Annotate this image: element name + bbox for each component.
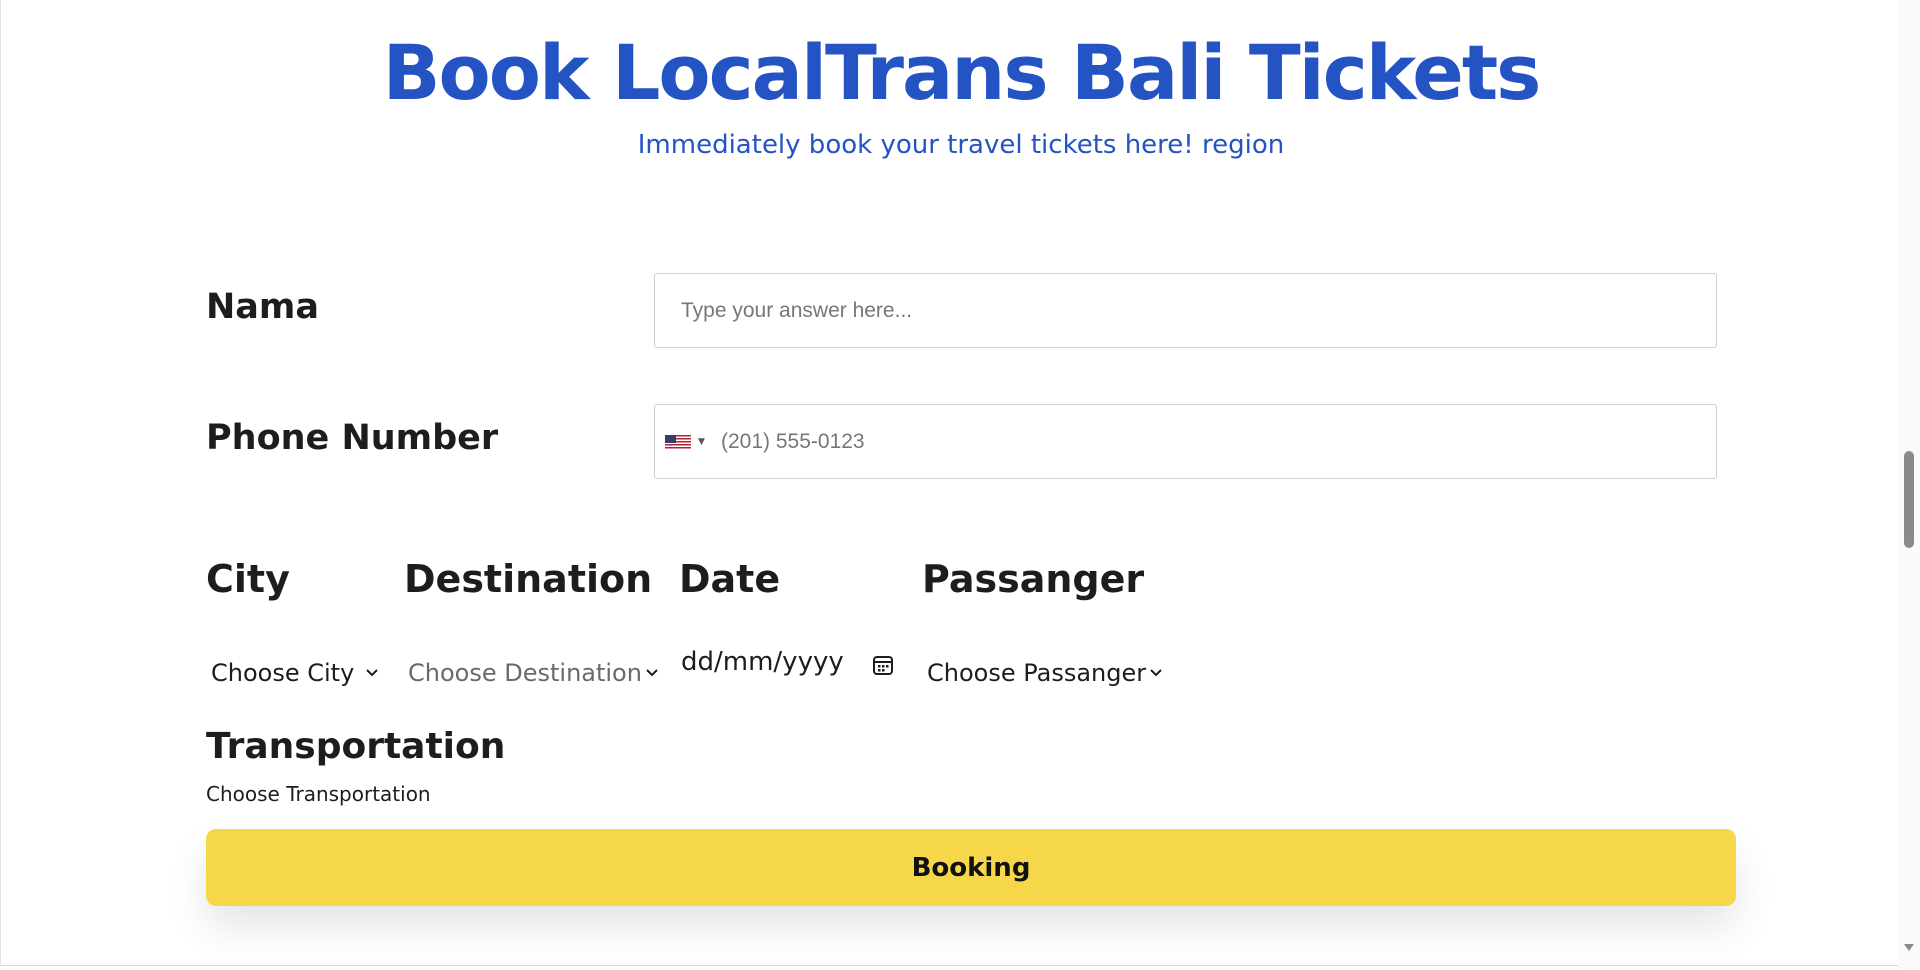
scroll-down-arrow-icon[interactable] [1903, 943, 1915, 953]
booking-button[interactable]: Booking [206, 829, 1736, 906]
passanger-select-value: Choose Passanger [927, 659, 1147, 687]
page-title: Book LocalTrans Bali Tickets [382, 28, 1542, 117]
destination-select[interactable]: Choose Destination [408, 656, 660, 690]
scrollbar[interactable] [1898, 0, 1920, 970]
phone-input[interactable] [655, 405, 1716, 478]
destination-label: Destination [404, 557, 653, 601]
city-select-value: Choose City [211, 659, 355, 687]
chevron-down-icon [1150, 669, 1162, 677]
date-input[interactable]: dd/mm/yyyy [681, 647, 901, 683]
transportation-label: Transportation [206, 726, 506, 767]
chevron-down-icon [646, 669, 658, 677]
phone-label: Phone Number [206, 418, 499, 458]
city-label: City [206, 557, 290, 601]
scrollbar-thumb[interactable] [1904, 451, 1914, 548]
name-label: Nama [206, 287, 319, 327]
date-label: Date [679, 557, 781, 601]
name-input[interactable] [655, 274, 1716, 347]
city-select[interactable]: Choose City [211, 656, 380, 690]
destination-select-value: Choose Destination [408, 659, 642, 687]
transportation-select[interactable]: Choose Transportation [206, 782, 431, 806]
page-subtitle: Immediately book your travel tickets her… [637, 130, 1285, 160]
page-frame: Book LocalTrans Bali Tickets Immediately… [0, 0, 1898, 966]
passanger-select[interactable]: Choose Passanger [927, 656, 1164, 690]
phone-field-box: ▼ [654, 404, 1717, 479]
chevron-down-icon [366, 669, 378, 677]
calendar-icon[interactable] [871, 653, 895, 677]
name-field-box [654, 273, 1717, 348]
passanger-label: Passanger [922, 557, 1145, 601]
date-input-value: dd/mm/yyyy [681, 647, 844, 677]
